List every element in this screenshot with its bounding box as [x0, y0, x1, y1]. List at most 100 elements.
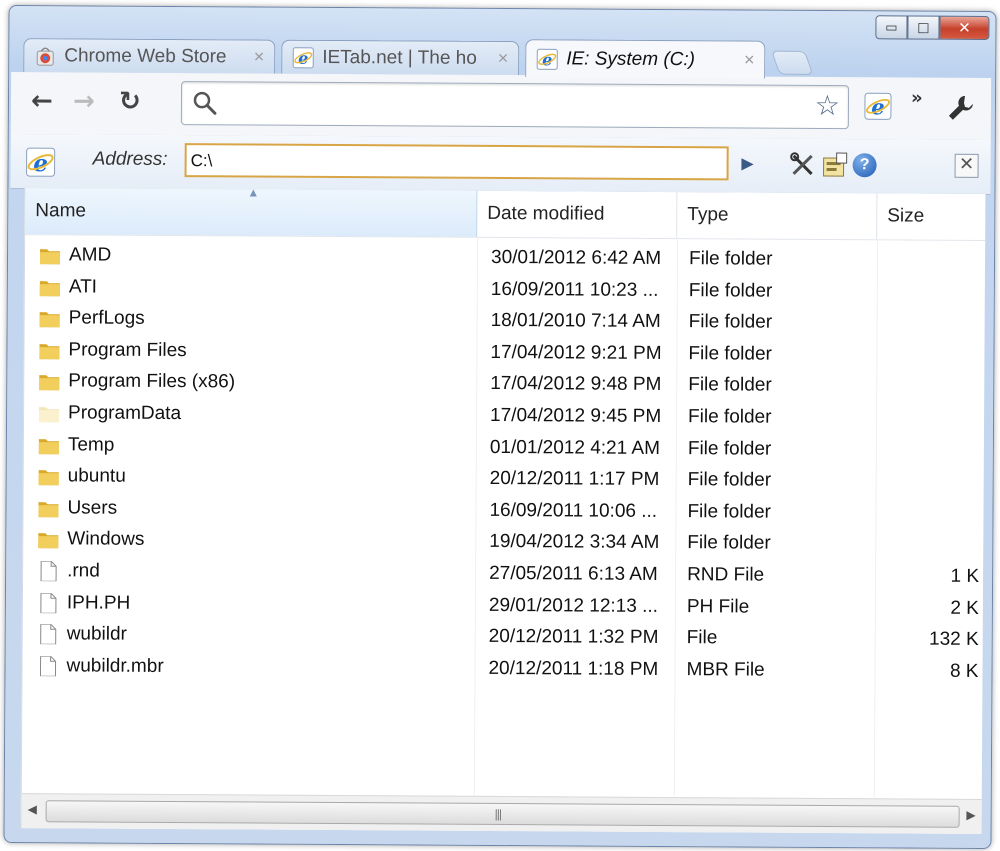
file-name: ubuntu — [67, 465, 126, 487]
tab-close-icon[interactable]: × — [254, 46, 265, 67]
type-cell: RND File — [687, 564, 765, 586]
ie-tab-extension-icon[interactable]: e — [863, 91, 893, 121]
type-cell: File folder — [688, 279, 773, 302]
table-row[interactable]: .rnd 27/05/2011 6:13 AM RND File 1 K — [23, 558, 983, 595]
file-list: ▲ Name Date modified Type Size AMD 30/01/… — [20, 185, 986, 834]
tab-chrome-web-store[interactable]: Chrome Web Store × — [23, 38, 276, 74]
file-name: wubildr.mbr — [66, 655, 164, 677]
maximize-icon: □ — [917, 20, 930, 36]
tab-strip: Chrome Web Store × e IETab.net | The ho … — [23, 32, 823, 79]
column-header-label: Type — [687, 204, 729, 226]
file-name-cell: wubildr.mbr — [36, 655, 164, 678]
file-name: IPH.PH — [66, 591, 131, 614]
properties-icon[interactable] — [821, 151, 849, 179]
file-name-cell: Users — [37, 497, 117, 519]
help-icon[interactable]: ? — [852, 153, 877, 178]
folder-icon — [39, 249, 61, 265]
file-name-cell: ATI — [39, 276, 97, 298]
browser-toolbar: ← → ↻ ☆ e » — [10, 72, 992, 141]
close-icon: ✕ — [958, 18, 971, 37]
forward-button[interactable]: → — [69, 86, 99, 116]
search-icon — [193, 91, 217, 115]
table-row[interactable]: Users 16/09/2011 10:06 ... File folder — [23, 495, 983, 532]
new-tab-button[interactable] — [770, 50, 814, 75]
date-modified-cell: 20/12/2011 1:17 PM — [489, 468, 660, 491]
minimize-icon: ▭ — [885, 19, 898, 35]
file-name-cell: .rnd — [37, 560, 100, 582]
date-modified-cell: 01/01/2012 4:21 AM — [489, 436, 661, 459]
type-cell: File folder — [687, 437, 772, 460]
tools-icon[interactable] — [789, 151, 817, 179]
column-header-date[interactable]: Date modified — [477, 190, 678, 239]
close-window-button[interactable]: ✕ — [939, 15, 990, 40]
date-modified-cell: 27/05/2011 6:13 AM — [489, 562, 658, 585]
folder-icon — [38, 501, 59, 518]
table-row[interactable]: Program Files (x86) 17/04/2012 9:48 PM Fil… — [24, 368, 984, 405]
svg-text:e: e — [33, 150, 48, 177]
type-cell: File folder — [688, 342, 772, 365]
folder-icon — [38, 533, 59, 549]
date-modified-cell: 30/01/2012 6:42 AM — [490, 246, 662, 269]
tab-close-icon[interactable]: × — [744, 49, 755, 70]
column-header-name[interactable]: ▲ Name — [25, 185, 478, 237]
table-row[interactable]: Temp 01/01/2012 4:21 AM File folder — [24, 432, 984, 469]
wrench-icon[interactable] — [945, 92, 977, 124]
close-address-bar-button[interactable]: ✕ — [954, 153, 979, 178]
maximize-button[interactable]: □ — [907, 15, 940, 40]
type-cell: File folder — [687, 500, 771, 523]
back-button[interactable]: ← — [27, 86, 57, 116]
browser-window: ▭ □ ✕ Chrome Web Store × e IETab.net | T… — [3, 4, 997, 850]
table-row[interactable]: ProgramData 17/04/2012 9:45 PM File folder — [24, 400, 984, 437]
file-name: Temp — [67, 433, 115, 456]
horizontal-scrollbar[interactable]: ◀ ||| ▶ — [21, 793, 982, 834]
file-name-cell: ProgramData — [38, 402, 181, 425]
file-icon — [40, 561, 57, 582]
tab-ietab[interactable]: e IETab.net | The ho × — [281, 39, 520, 76]
column-header-label: Size — [887, 205, 925, 227]
omnibox[interactable]: ☆ — [180, 81, 850, 130]
scroll-left-icon[interactable]: ◀ — [28, 802, 37, 816]
scroll-right-icon[interactable]: ▶ — [966, 808, 975, 822]
omnibox-input[interactable] — [227, 90, 793, 120]
reload-button[interactable]: ↻ — [115, 87, 145, 117]
table-row[interactable]: AMD 30/01/2012 6:42 AM File folder — [25, 242, 985, 279]
file-name: wubildr — [66, 623, 127, 645]
date-modified-cell: 20/12/2011 1:18 PM — [488, 657, 659, 680]
date-modified-cell: 18/01/2010 7:14 AM — [490, 310, 661, 333]
scrollbar-thumb[interactable]: ||| — [45, 800, 960, 828]
file-name: Program Files (x86) — [68, 370, 236, 393]
forward-arrow-icon: → — [72, 86, 95, 117]
tab-close-icon[interactable]: × — [498, 48, 509, 69]
bookmark-star-icon[interactable]: ☆ — [815, 89, 840, 122]
address-input[interactable]: C:\ — [184, 143, 729, 181]
go-button[interactable]: ▶ — [737, 152, 759, 174]
file-name: Program Files — [68, 339, 187, 361]
table-row[interactable]: Windows 19/04/2012 3:34 AM File folder — [23, 526, 983, 563]
file-name-cell: Program Files (x86) — [38, 371, 235, 394]
tab-label: Chrome Web Store — [64, 44, 227, 67]
window-caption-buttons: ▭ □ ✕ — [875, 15, 990, 40]
table-row[interactable]: wubildr.mbr 20/12/2011 1:18 PM MBR File 8 K — [22, 653, 982, 690]
type-cell: File folder — [688, 374, 772, 397]
tab-ie-system[interactable]: e IE: System (C:) × — [525, 39, 766, 79]
file-name-cell: AMD — [39, 244, 111, 266]
table-row[interactable]: Program Files 17/04/2012 9:21 PM File fold… — [24, 337, 984, 374]
type-cell: File folder — [687, 469, 772, 491]
table-row[interactable]: ubuntu 20/12/2011 1:17 PM File folder — [24, 463, 984, 500]
type-cell: File folder — [688, 406, 772, 428]
more-extensions-icon[interactable]: » — [911, 88, 923, 109]
column-header-type[interactable]: Type — [677, 192, 878, 240]
table-row[interactable]: PerfLogs 18/01/2010 7:14 AM File folder — [25, 305, 985, 342]
column-header-size[interactable]: Size — [877, 193, 985, 240]
folder-icon — [39, 343, 60, 360]
table-row[interactable]: wubildr 20/12/2011 1:32 PM File 132 K — [23, 621, 983, 658]
address-label: Address: — [92, 148, 168, 170]
file-name-cell: PerfLogs — [39, 307, 145, 330]
folder-icon — [38, 438, 59, 454]
table-row[interactable]: ATI 16/09/2011 10:23 ... File folder — [25, 274, 985, 311]
table-row[interactable]: IPH.PH 29/01/2012 12:13 ... PH File 2 K — [23, 590, 983, 627]
size-cell: 1 K — [950, 565, 980, 587]
ie-address-bar: e Address: C:\ ▶ ? ✕ — [10, 134, 991, 195]
file-name: .rnd — [67, 560, 100, 582]
minimize-button[interactable]: ▭ — [875, 15, 908, 40]
